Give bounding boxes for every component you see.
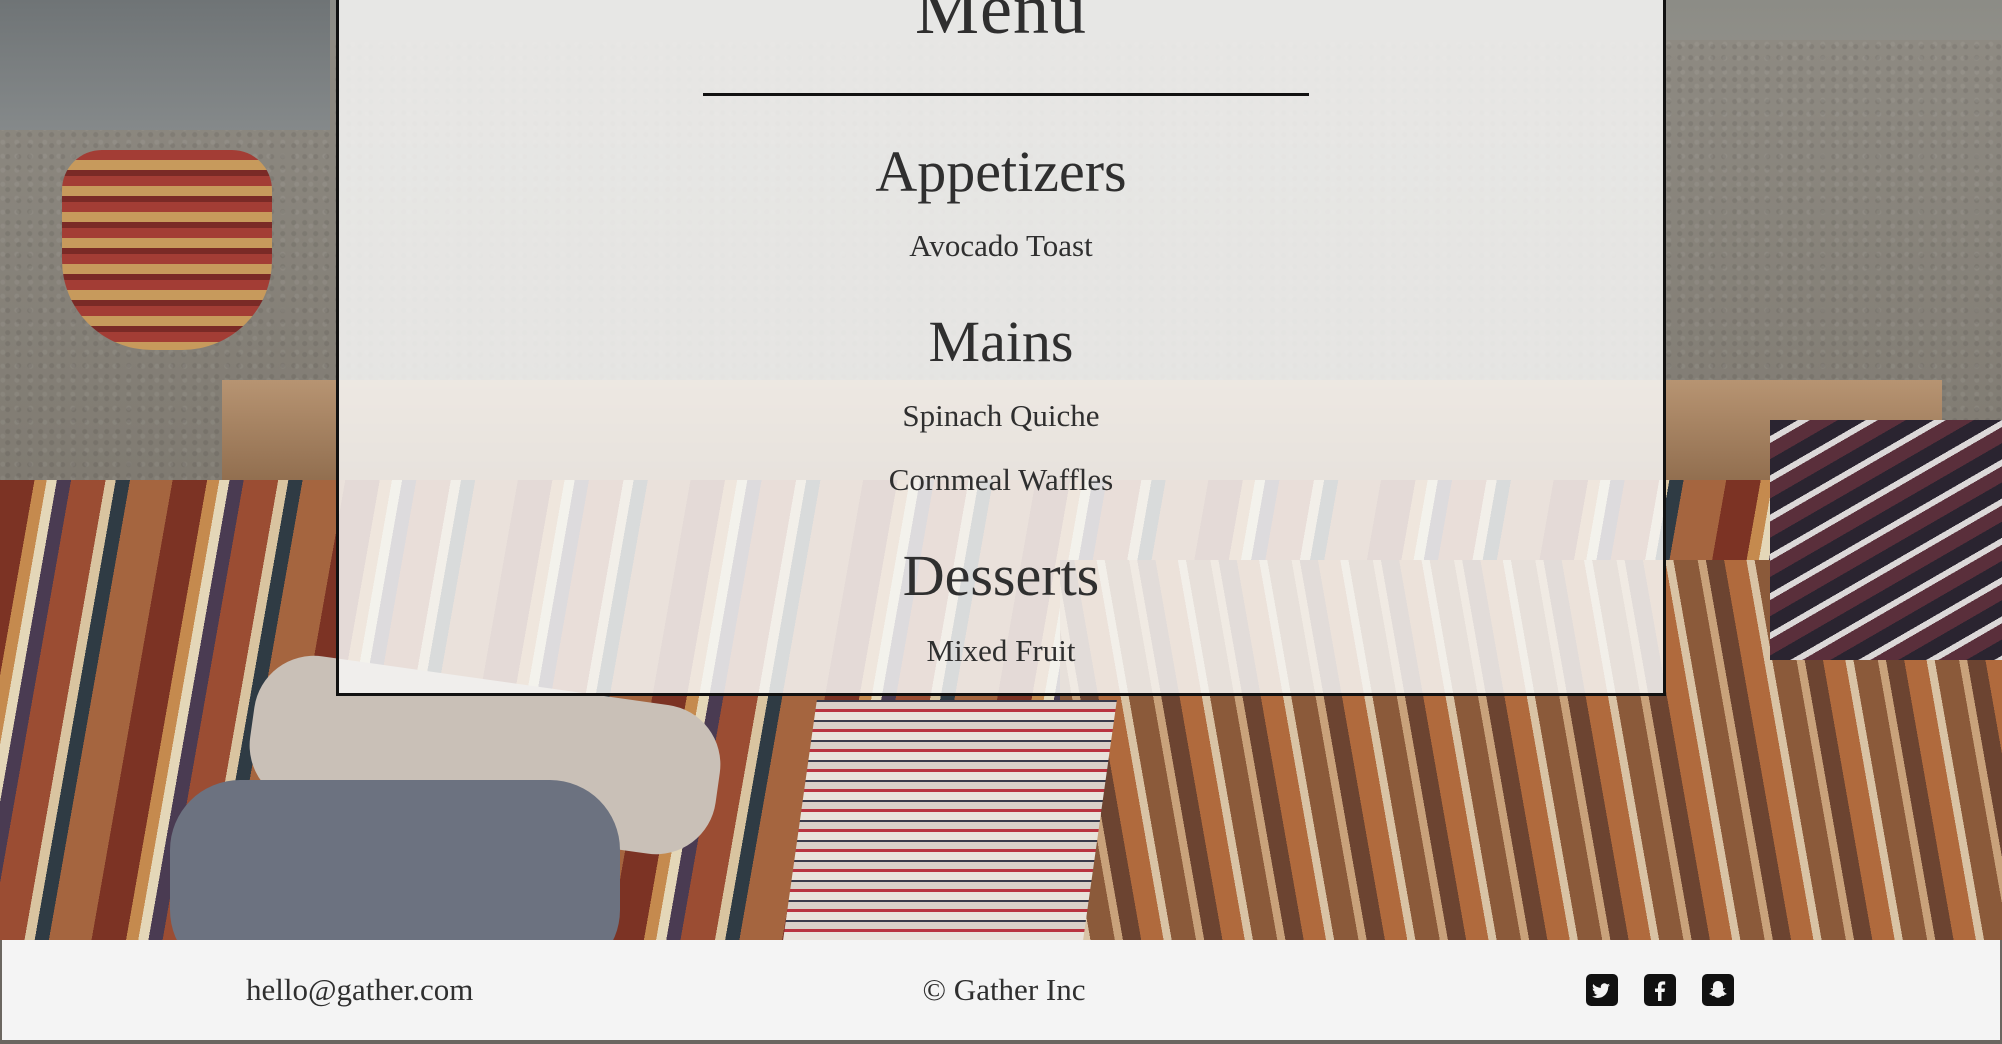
- menu-divider: [703, 93, 1309, 96]
- menu-item: Cornmeal Waffles: [888, 462, 1114, 497]
- menu-card: Menu Appetizers Avocado Toast Mains Spin…: [336, 0, 1666, 696]
- menu-item: Avocado Toast: [909, 228, 1093, 263]
- snapchat-icon[interactable]: [1702, 974, 1734, 1006]
- page: Menu Appetizers Avocado Toast Mains Spin…: [0, 0, 2002, 1044]
- section-heading-appetizers: Appetizers: [875, 139, 1127, 204]
- menu-item: Mixed Fruit: [926, 633, 1076, 668]
- facebook-icon[interactable]: [1644, 974, 1676, 1006]
- section-heading-desserts: Desserts: [902, 543, 1100, 608]
- menu-title: Menu: [915, 0, 1087, 49]
- section-heading-mains: Mains: [928, 309, 1074, 374]
- menu-item: Spinach Quiche: [902, 398, 1100, 433]
- copyright-text: © Gather Inc: [922, 972, 1086, 1007]
- footer: hello@gather.com © Gather Inc: [2, 940, 2000, 1040]
- twitter-icon[interactable]: [1586, 974, 1618, 1006]
